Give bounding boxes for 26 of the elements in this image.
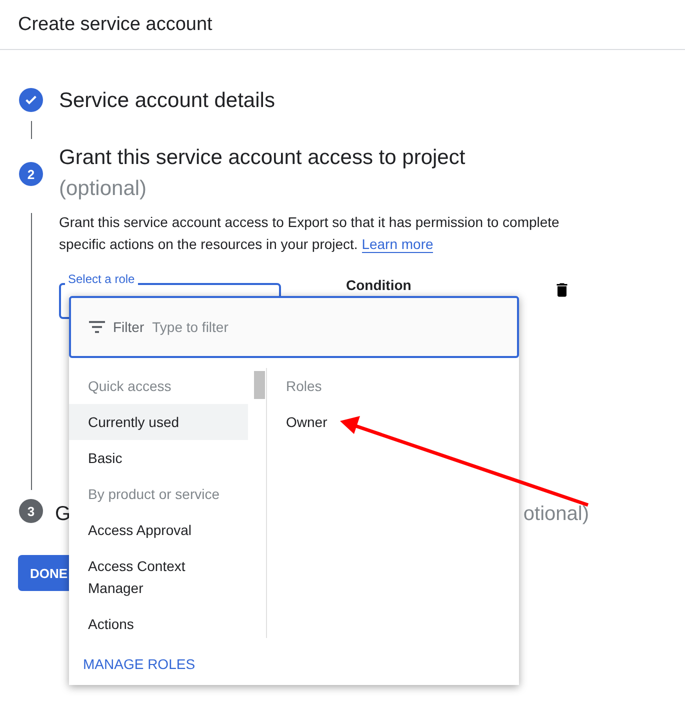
category-heading: Quick access <box>87 377 172 396</box>
step-number: 3 <box>19 499 43 523</box>
category-item[interactable]: Currently used <box>69 404 248 440</box>
category-heading: By product or service <box>87 485 220 504</box>
scrollbar-thumb[interactable] <box>254 371 265 399</box>
step-number: 2 <box>19 162 43 186</box>
category-item[interactable]: Basic <box>69 440 248 476</box>
filter-label: Filter <box>113 319 144 335</box>
field-label: Select a role <box>65 272 138 286</box>
filter-icon <box>89 321 105 333</box>
step-title: Service account details <box>59 88 276 114</box>
category-item[interactable]: Actions <box>69 606 248 642</box>
filter-input[interactable]: Type to filter <box>152 319 452 335</box>
step-description: Grant this service account access to Export so that it has permission to complete specific actions on the resources in your project. Learn more <box>59 213 560 255</box>
condition-label: Condition <box>346 277 412 293</box>
step-title: G <box>55 502 71 527</box>
optional-label: (optional) <box>59 176 148 202</box>
manage-roles-link[interactable]: MANAGE ROLES <box>83 656 196 672</box>
check-icon <box>19 88 43 112</box>
page-title: Create service account <box>18 14 212 36</box>
category-item[interactable]: Access Approval <box>69 512 248 548</box>
step-title: Grant this service account access to project <box>59 145 466 171</box>
optional-label: otional) <box>523 502 589 527</box>
roles-heading: Roles <box>286 377 323 396</box>
role-item[interactable]: Owner <box>286 404 465 440</box>
learn-more-link[interactable]: Learn more <box>362 236 434 253</box>
